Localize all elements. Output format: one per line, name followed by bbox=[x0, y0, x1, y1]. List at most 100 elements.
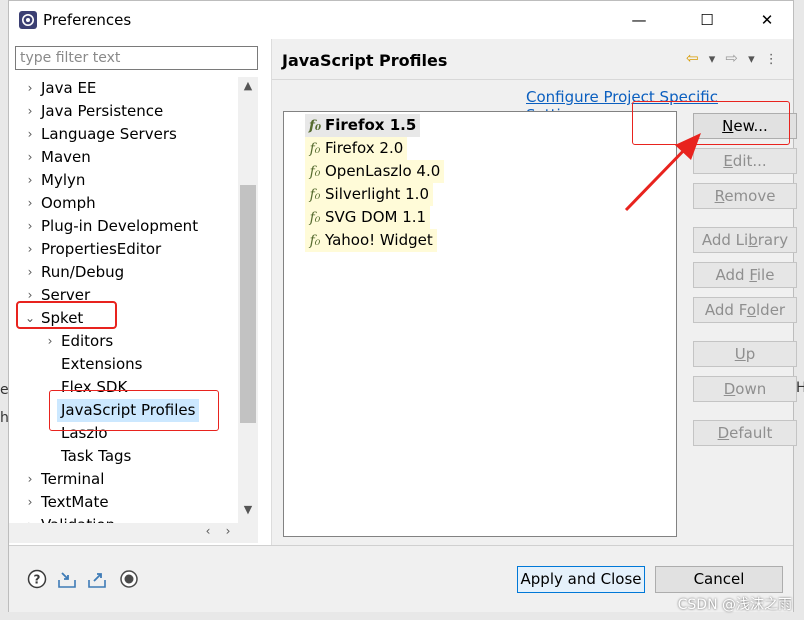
chevron-right-icon[interactable]: › bbox=[23, 215, 37, 238]
profile-item-label: OpenLaszlo 4.0 bbox=[325, 162, 441, 180]
tree-item-label: Java Persistence bbox=[41, 102, 164, 120]
chevron-right-icon[interactable]: › bbox=[23, 100, 37, 123]
add-file-label-post: ile bbox=[756, 266, 775, 284]
minimize-button[interactable]: — bbox=[627, 9, 651, 31]
up-label-post: p bbox=[745, 345, 756, 363]
tree-item-label: Oomph bbox=[41, 194, 96, 212]
chevron-right-icon[interactable]: › bbox=[43, 330, 57, 353]
import-icon[interactable] bbox=[57, 569, 77, 589]
add-library-label-pre: Add Li bbox=[701, 231, 749, 249]
back-arrow-icon[interactable]: ⇦ bbox=[686, 49, 699, 67]
chevron-right-icon[interactable]: › bbox=[23, 146, 37, 169]
chevron-right-icon[interactable]: › bbox=[23, 468, 37, 491]
fo-icon: f₀ bbox=[309, 141, 321, 157]
profile-item[interactable]: f₀ Firefox 1.5 bbox=[305, 114, 421, 137]
default-button[interactable]: Default bbox=[693, 420, 797, 446]
chevron-right-icon[interactable]: › bbox=[23, 77, 37, 100]
page-navigation: ⇦ ▾ ⇨ ▾ ⋮ bbox=[686, 49, 784, 67]
tree-item-label: Run/Debug bbox=[41, 263, 125, 281]
chevron-right-icon[interactable]: › bbox=[23, 123, 37, 146]
close-button[interactable]: ✕ bbox=[755, 9, 779, 31]
scroll-up-icon[interactable]: ▲ bbox=[238, 79, 258, 97]
add-library-label-post: rary bbox=[757, 231, 789, 249]
chevron-right-icon[interactable]: › bbox=[23, 514, 37, 523]
view-menu-icon[interactable]: ⋮ bbox=[765, 52, 778, 67]
add-library-button[interactable]: Add Library bbox=[693, 227, 797, 253]
tree-item-label: TextMate bbox=[41, 493, 109, 511]
spket-highlight-annotation bbox=[16, 301, 117, 329]
page-title: JavaScript Profiles bbox=[282, 51, 448, 70]
background-fragment-right: H bbox=[796, 380, 804, 396]
tree-item-label: Mylyn bbox=[41, 171, 86, 189]
default-label-mnemonic: D bbox=[717, 424, 730, 442]
scroll-left-icon[interactable]: ‹ bbox=[199, 524, 217, 542]
chevron-right-icon[interactable]: › bbox=[23, 261, 37, 284]
add-file-button[interactable]: Add File bbox=[693, 262, 797, 288]
profile-item[interactable]: f₀ OpenLaszlo 4.0 bbox=[305, 160, 445, 183]
cancel-button[interactable]: Cancel bbox=[655, 566, 783, 593]
window-title: Preferences bbox=[43, 11, 132, 29]
profile-item[interactable]: f₀ Yahoo! Widget bbox=[305, 229, 437, 252]
tree-item-label: Language Servers bbox=[41, 125, 177, 143]
eclipse-icon bbox=[19, 11, 37, 29]
add-folder-label-mnemonic: o bbox=[746, 301, 756, 319]
tree-item-label: Validation bbox=[41, 514, 115, 523]
chevron-right-icon[interactable]: › bbox=[23, 169, 37, 192]
maximize-button[interactable]: ☐ bbox=[695, 9, 719, 31]
tree-horizontal-scrollbar[interactable]: ‹ › bbox=[9, 523, 258, 543]
tree-item-label: Extensions bbox=[61, 355, 143, 373]
up-button[interactable]: Up bbox=[693, 341, 797, 367]
profile-item-label: SVG DOM 1.1 bbox=[325, 208, 427, 226]
add-library-label-mnemonic: b bbox=[748, 231, 758, 249]
scroll-right-icon[interactable]: › bbox=[219, 524, 237, 542]
annotation-arrow-icon bbox=[624, 133, 701, 212]
down-button[interactable]: Down bbox=[693, 376, 797, 402]
profile-item-label: Firefox 2.0 bbox=[325, 139, 404, 157]
chevron-right-icon[interactable]: › bbox=[23, 491, 37, 514]
profile-item-label: Yahoo! Widget bbox=[325, 231, 433, 249]
tree-item-label: Editors bbox=[61, 332, 114, 350]
profile-item-label: Silverlight 1.0 bbox=[325, 185, 429, 203]
add-file-label-mnemonic: F bbox=[749, 266, 757, 284]
profile-item[interactable]: f₀ Firefox 2.0 bbox=[305, 137, 408, 160]
fo-icon: f₀ bbox=[309, 233, 321, 249]
chevron-right-icon[interactable]: › bbox=[23, 238, 37, 261]
preference-tree: › Java EE › Java Persistence › Language Serve… bbox=[9, 77, 238, 523]
scroll-down-icon[interactable]: ▼ bbox=[238, 503, 258, 521]
profile-item[interactable]: f₀ Silverlight 1.0 bbox=[305, 183, 433, 206]
dialog-footer: ? Apply and Close Cancel bbox=[9, 546, 793, 612]
fo-icon: f₀ bbox=[309, 210, 321, 226]
chevron-right-icon[interactable]: › bbox=[23, 192, 37, 215]
tree-vertical-scrollbar[interactable]: ▲ ▼ bbox=[238, 77, 258, 523]
add-folder-label-pre: Add F bbox=[704, 301, 747, 319]
forward-dropdown-icon[interactable]: ▾ bbox=[748, 52, 755, 67]
filter-input[interactable] bbox=[15, 46, 258, 70]
preferences-window: Preferences — ☐ ✕ ›Java EE›Java Persiste… bbox=[8, 0, 797, 612]
tree-item-label: Task Tags bbox=[61, 447, 132, 465]
edit-label-post: dit... bbox=[732, 152, 767, 170]
watermark: CSDN @浅沫之雨 bbox=[677, 597, 792, 613]
record-icon[interactable] bbox=[119, 569, 139, 589]
fo-icon: f₀ bbox=[309, 187, 321, 203]
back-dropdown-icon[interactable]: ▾ bbox=[709, 52, 716, 67]
down-label-mnemonic: D bbox=[723, 380, 736, 398]
header-separator bbox=[272, 79, 793, 80]
tree-item-label: Java EE bbox=[41, 79, 97, 97]
export-icon[interactable] bbox=[87, 569, 107, 589]
tree-item-label: Plug-in Development bbox=[41, 217, 199, 235]
down-label-post: own bbox=[735, 380, 767, 398]
tree-item-label: Terminal bbox=[41, 470, 105, 488]
preference-tree-pane: ›Java EE›Java Persistence›Language Serve… bbox=[9, 39, 271, 545]
fo-icon: f₀ bbox=[309, 164, 321, 180]
default-label-post: efault bbox=[729, 424, 773, 442]
profile-item[interactable]: f₀ SVG DOM 1.1 bbox=[305, 206, 431, 229]
scroll-thumb[interactable] bbox=[240, 185, 256, 423]
apply-and-close-button[interactable]: Apply and Close bbox=[517, 566, 645, 593]
add-folder-button[interactable]: Add Folder bbox=[693, 297, 797, 323]
up-label-mnemonic: U bbox=[734, 345, 746, 363]
javascript-profiles-highlight-annotation bbox=[49, 390, 219, 431]
forward-arrow-icon[interactable]: ⇨ bbox=[725, 49, 738, 67]
help-icon[interactable]: ? bbox=[27, 569, 47, 589]
